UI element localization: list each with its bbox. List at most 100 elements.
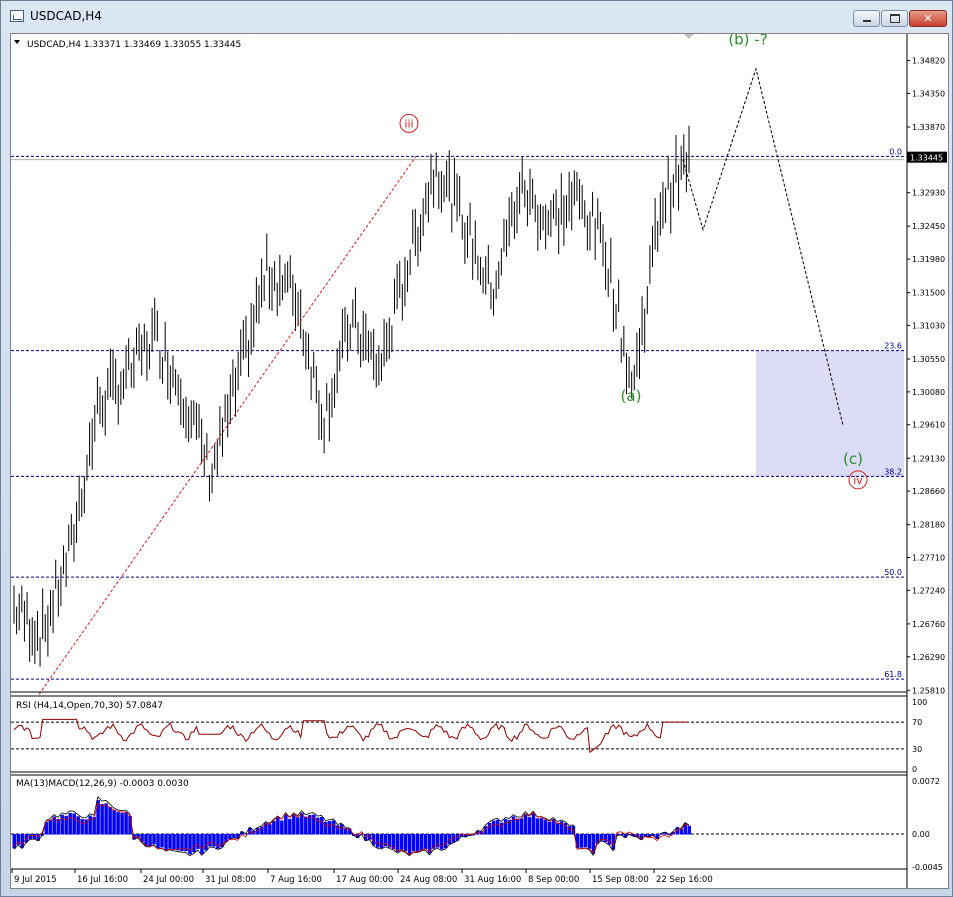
macd-histogram-bar — [547, 821, 552, 835]
fib-level-label: 0.0 — [889, 147, 902, 156]
minimize-button[interactable] — [853, 10, 880, 27]
macd-histogram-bar — [403, 834, 408, 852]
macd-histogram-bar — [535, 818, 540, 835]
macd-histogram-bar — [543, 819, 548, 835]
price-tick-label: 1.29130 — [912, 454, 945, 463]
macd-histogram-bar — [435, 834, 440, 848]
macd-histogram-bar — [487, 822, 492, 835]
macd-histogram-bar — [32, 834, 36, 840]
macd-histogram-bar — [423, 834, 428, 850]
macd-histogram-bar — [216, 834, 220, 849]
macd-histogram-bar — [160, 834, 164, 848]
macd-histogram-bar — [340, 824, 344, 835]
macd-histogram-bar — [300, 812, 304, 835]
rsi-tick-label: 0 — [912, 765, 917, 774]
price-tick-label: 1.31980 — [912, 255, 945, 264]
macd-histogram-bar — [379, 834, 384, 849]
maximize-icon — [889, 14, 900, 23]
maximize-button[interactable] — [881, 10, 908, 27]
minimize-icon — [862, 20, 871, 22]
rsi-tick-label: 100 — [912, 698, 927, 707]
macd-histogram-bar — [148, 834, 152, 847]
macd-histogram-bar — [336, 825, 340, 835]
rsi-line — [13, 718, 689, 754]
macd-histogram-bar — [76, 816, 80, 835]
macd-histogram-bar — [519, 818, 524, 835]
macd-histogram-bar — [80, 818, 84, 835]
macd-histogram-bar — [539, 818, 544, 835]
title-bar[interactable]: USDCAD,H4 ✕ — [1, 1, 952, 31]
time-tick-label: 31 Jul 08:00 — [205, 875, 256, 885]
macd-histogram-bar — [192, 834, 196, 853]
main-price-pane — [11, 67, 904, 695]
macd-histogram-bar — [531, 813, 536, 835]
price-tick-label: 1.26760 — [912, 620, 945, 629]
macd-histogram-bar — [232, 834, 236, 838]
macd-histogram-bar — [491, 820, 496, 835]
fib-level-label: 38.2 — [884, 467, 902, 476]
current-price-label: 1.33445 — [910, 154, 943, 163]
macd-histogram-bar — [200, 834, 204, 854]
target-zone-box — [756, 350, 904, 477]
fib-level-label: 50.0 — [884, 568, 902, 577]
time-tick-label: 8 Sep 00:00 — [528, 875, 579, 885]
macd-histogram-bar — [320, 816, 324, 835]
macd-histogram-bar — [419, 834, 424, 850]
macd-histogram-bar — [579, 834, 584, 848]
macd-histogram-bar — [391, 834, 396, 850]
header-dropdown-icon[interactable] — [14, 40, 20, 44]
rsi-tick-label: 30 — [912, 745, 922, 754]
price-tick-label: 1.31030 — [912, 321, 945, 330]
price-chart-svg[interactable]: USDCAD,H4 1.33371 1.33469 1.33055 1.3344… — [11, 34, 948, 888]
macd-tick-label: -0.0045 — [912, 863, 943, 872]
macd-histogram-bar — [108, 806, 112, 835]
macd-label: MA(13)MACD(12,26,9) -0.0003 0.0030 — [16, 779, 189, 789]
time-tick-label: 24 Aug 08:00 — [400, 875, 457, 885]
macd-histogram-bar — [503, 819, 508, 835]
macd-tick-label: 0.0072 — [912, 777, 940, 786]
macd-histogram-bar — [523, 813, 528, 835]
rsi-tick-label: 70 — [912, 718, 922, 727]
macd-histogram-bar — [603, 834, 608, 843]
price-tick-label: 1.30550 — [912, 355, 945, 364]
macd-histogram-bar — [324, 821, 328, 835]
fib-level-label: 61.8 — [884, 670, 902, 679]
macd-histogram-bar — [268, 824, 272, 835]
symbol-header: USDCAD,H4 1.33371 1.33469 1.33055 1.3344… — [27, 40, 241, 50]
macd-histogram-bar — [395, 834, 400, 853]
macd-histogram-bar — [555, 822, 560, 835]
chart-area[interactable]: USDCAD,H4 1.33371 1.33469 1.33055 1.3344… — [10, 33, 949, 889]
macd-histogram-bar — [176, 834, 180, 851]
macd-histogram-bar — [188, 834, 192, 855]
fib-level-label: 23.6 — [884, 342, 902, 351]
price-tick-label: 1.32930 — [912, 189, 945, 198]
price-tick-label: 1.28660 — [912, 487, 945, 496]
macd-histogram-bar — [168, 834, 172, 849]
macd-histogram-bar — [443, 834, 448, 849]
time-tick-label: 22 Sep 16:00 — [656, 875, 713, 885]
macd-histogram-bar — [367, 834, 372, 840]
wave-label: (a) — [621, 387, 642, 405]
macd-histogram-bar — [415, 834, 420, 852]
macd-histogram-bar — [411, 834, 416, 852]
time-tick-label: 31 Aug 16:00 — [464, 875, 521, 885]
macd-histogram-bar — [96, 800, 100, 835]
macd-histogram-bar — [204, 834, 208, 851]
macd-tick-label: 0.00 — [912, 830, 930, 839]
macd-histogram-bar — [399, 834, 404, 850]
time-tick-label: 7 Aug 16:00 — [270, 875, 322, 885]
terminal-window: USDCAD,H4 ✕ USDCAD,H4 1.33371 1.33469 1.… — [0, 0, 953, 897]
macd-histogram-bar — [112, 810, 116, 835]
macd-histogram-bar — [72, 813, 76, 835]
chart-window-icon — [10, 10, 24, 22]
price-tick-label: 1.34350 — [912, 89, 945, 98]
close-button[interactable]: ✕ — [909, 10, 947, 27]
macd-histogram-bar — [495, 819, 500, 835]
macd-histogram-bar — [292, 814, 296, 835]
macd-histogram-bar — [20, 834, 24, 848]
macd-histogram-bar — [212, 834, 216, 847]
price-tick-label: 1.26290 — [912, 653, 945, 662]
time-tick-label: 15 Sep 08:00 — [592, 875, 649, 885]
macd-histogram-bar — [48, 820, 52, 835]
rsi-label: RSI (H4,14,Open,70,30) 57.0847 — [16, 701, 163, 711]
